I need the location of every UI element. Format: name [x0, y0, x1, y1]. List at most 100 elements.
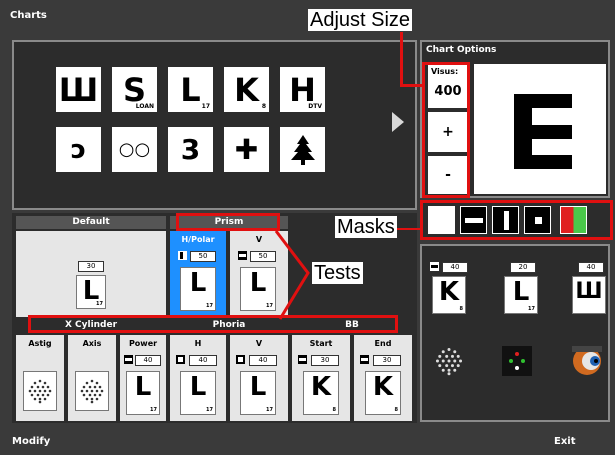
- extra-k-value: 40: [442, 262, 468, 273]
- window-title: Charts: [10, 10, 47, 21]
- chart-sub: DTV: [308, 103, 322, 110]
- chart-glyph: K: [234, 70, 259, 109]
- adjust-size-connector-h: [400, 84, 424, 87]
- power-value: 40: [135, 355, 161, 366]
- bb-start-chart: K8: [303, 371, 339, 415]
- prism-h-polar-label: H/Polar: [181, 235, 215, 244]
- extra-k-letter: K: [438, 277, 460, 307]
- next-page-arrow-icon[interactable]: [392, 112, 404, 132]
- default-chart: L 17: [76, 275, 106, 309]
- phoria-v-value: 40: [249, 355, 277, 366]
- masks-callout: Masks: [335, 216, 397, 238]
- bb-start-test[interactable]: Start 30 K8: [292, 335, 350, 421]
- horizontal-indicator-icon: [298, 355, 307, 364]
- default-test[interactable]: 30 L 17: [16, 231, 166, 317]
- chart-tile-sha[interactable]: Ш: [56, 67, 101, 112]
- groups-highlight: [28, 315, 398, 333]
- eye-test-chart[interactable]: [570, 344, 604, 378]
- chart-tile-cross[interactable]: ✚: [224, 127, 269, 172]
- horizontal-indicator-icon: [430, 262, 439, 271]
- tests-callout: Tests: [312, 262, 363, 284]
- phoria-h-chart: L 17: [180, 371, 216, 415]
- bb-start-sub: 8: [332, 407, 336, 413]
- extra-k-sub: 8: [459, 306, 463, 312]
- chart-glyph: S: [122, 70, 147, 109]
- chart-tile-l17[interactable]: L 17: [168, 67, 213, 112]
- masks-highlight: [420, 200, 613, 240]
- extra-sha-chart[interactable]: Ш: [572, 276, 606, 314]
- extra-l-letter: L: [512, 277, 530, 307]
- axis-test[interactable]: Axis: [68, 335, 116, 421]
- exit-button[interactable]: Exit: [554, 436, 576, 447]
- prism-h-letter: L: [189, 268, 207, 298]
- phoria-v-sub: 17: [266, 407, 273, 413]
- phoria-v-label: V: [255, 339, 263, 348]
- phoria-h-sub: 17: [206, 407, 213, 413]
- prism-h-value: 50: [190, 251, 216, 262]
- chart-tile-ring[interactable]: ↄ: [56, 127, 101, 172]
- prism-highlight: [176, 213, 280, 231]
- astig-chart: [23, 371, 57, 411]
- dot-pattern-chart[interactable]: [434, 346, 464, 376]
- chart-tile-k8[interactable]: K8: [224, 67, 269, 112]
- phoria-h-test[interactable]: H 40 L 17: [170, 335, 226, 421]
- phoria-v-test[interactable]: V 40 L 17: [230, 335, 288, 421]
- chart-tile-number-3[interactable]: 3: [168, 127, 213, 172]
- modify-button[interactable]: Modify: [12, 436, 50, 447]
- four-dot-icon: [509, 352, 525, 370]
- dot-pattern-icon: [28, 379, 52, 404]
- extra-charts-panel: 40 K8 20 L 17 40 Ш: [420, 244, 610, 422]
- power-chart: L 17: [126, 371, 160, 415]
- prism-h-sub: 17: [206, 303, 213, 309]
- extra-k-chart[interactable]: K8: [432, 276, 466, 314]
- chart-tile-s-loan[interactable]: S LOAN: [112, 67, 157, 112]
- tree-icon: [290, 134, 315, 165]
- chart-glyph: 3: [180, 132, 201, 166]
- chart-glyph: ↄ: [70, 134, 87, 165]
- chart-glyph: ○○: [118, 138, 151, 160]
- phoria-h-value: 40: [189, 355, 217, 366]
- bb-start-value: 30: [311, 355, 339, 366]
- adjust-size-connector: [400, 32, 403, 86]
- masks-connector: [396, 228, 422, 230]
- prism-h-chart: L 17: [180, 267, 216, 311]
- prism-h-polar-test[interactable]: H/Polar 50 L 17: [170, 231, 226, 317]
- chart-glyph: L: [180, 70, 201, 109]
- dot-pattern-icon: [80, 379, 104, 404]
- square-indicator-icon: [236, 355, 245, 364]
- astig-test[interactable]: Astig: [16, 335, 64, 421]
- phoria-h-letter: L: [189, 372, 207, 402]
- adjust-size-callout: Adjust Size: [308, 9, 413, 31]
- vertical-indicator-icon: [238, 251, 247, 260]
- square-indicator-icon: [176, 355, 185, 364]
- phoria-h-label: H: [194, 339, 202, 348]
- footer-bar: Modify Exit: [0, 425, 615, 455]
- default-value: 30: [78, 261, 104, 272]
- extra-l-value: 20: [510, 262, 536, 273]
- chart-glyph: H: [289, 70, 316, 109]
- chart-preview: [474, 64, 606, 194]
- bb-end-test[interactable]: End 30 K8: [354, 335, 412, 421]
- extra-sha-letter: Ш: [575, 279, 603, 304]
- dot-pattern-icon: [435, 347, 463, 376]
- power-sub: 17: [150, 407, 157, 413]
- adjust-size-highlight: [422, 62, 470, 198]
- bb-end-letter: K: [372, 372, 394, 402]
- preview-e-icon: [514, 94, 572, 169]
- axis-label: Axis: [82, 339, 102, 348]
- chart-glyph: Ш: [58, 70, 99, 109]
- astig-label: Astig: [28, 339, 52, 348]
- chart-tile-double-ring[interactable]: ○○: [112, 127, 157, 172]
- bb-end-sub: 8: [394, 407, 398, 413]
- chart-tile-h-dtv[interactable]: H DTV: [280, 67, 325, 112]
- charts-grid-panel: Ш S LOAN L 17 K8 H DTV ↄ ○○ 3 ✚: [12, 40, 417, 210]
- bb-end-value: 30: [373, 355, 401, 366]
- bb-start-letter: K: [310, 372, 332, 402]
- chart-tile-tree[interactable]: [280, 127, 325, 172]
- power-test[interactable]: Power 40 L 17: [120, 335, 166, 421]
- extra-l-chart[interactable]: L 17: [504, 276, 538, 314]
- bb-end-chart: K8: [365, 371, 401, 415]
- chart-sub: 8: [261, 103, 266, 110]
- bb-end-label: End: [374, 339, 392, 348]
- worth-four-dot-chart[interactable]: [502, 346, 532, 376]
